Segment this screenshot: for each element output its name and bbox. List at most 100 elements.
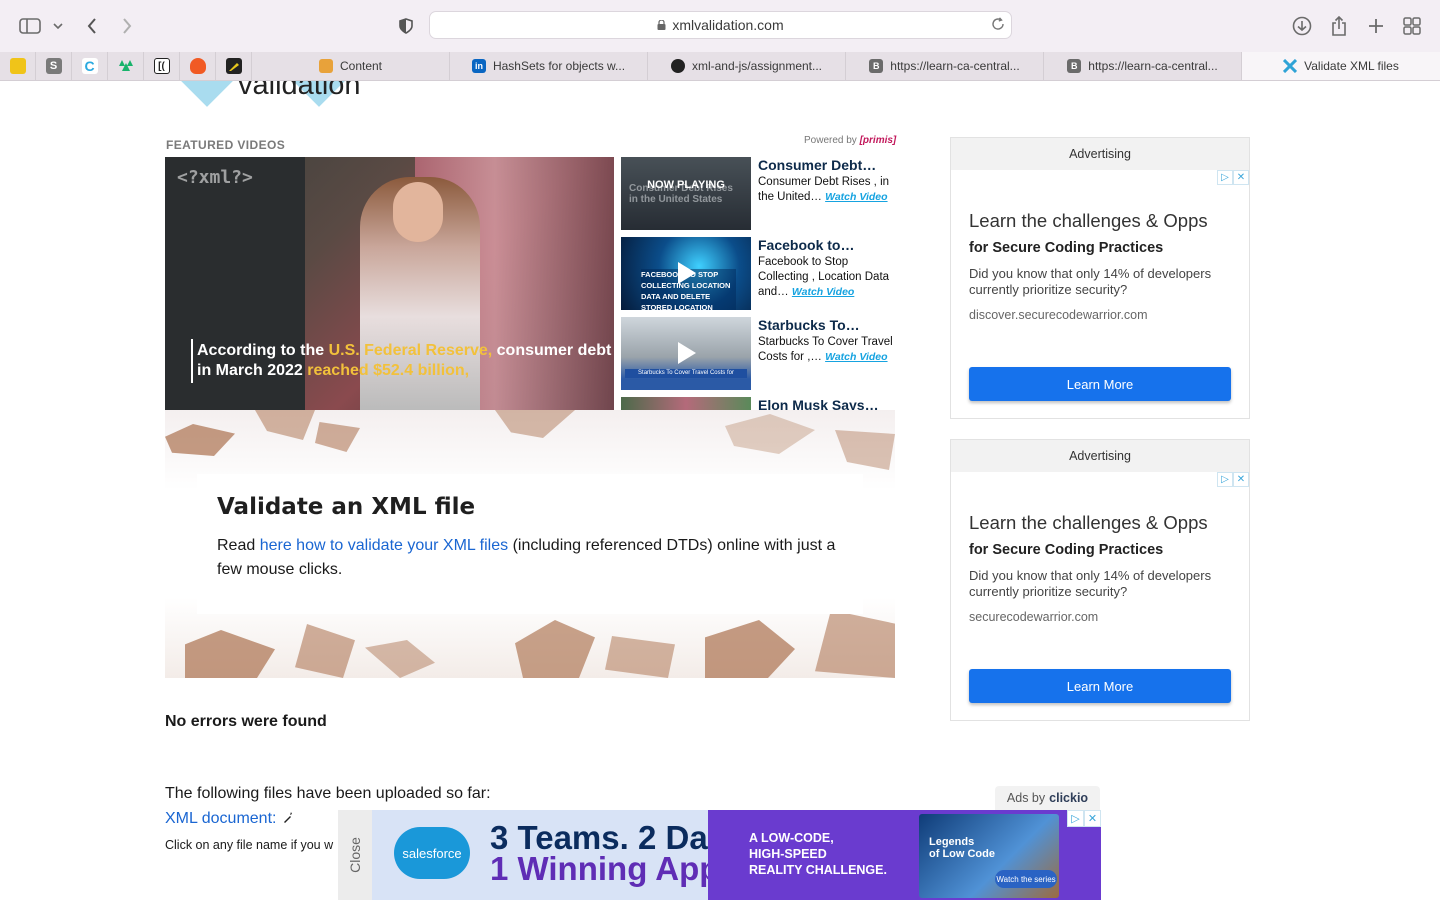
- privacy-shield-icon[interactable]: [392, 12, 420, 40]
- adchoices[interactable]: ▷ ✕: [1217, 170, 1249, 185]
- play-icon[interactable]: [678, 262, 696, 284]
- playlist-item[interactable]: Elon Musk Says…: [621, 397, 895, 410]
- favicon-c-icon: C: [81, 58, 98, 74]
- tab-learn-1[interactable]: B https://learn-ca-central...: [846, 52, 1044, 80]
- video-thumbnail[interactable]: FACEBOOK TO STOP COLLECTING LOCATION DAT…: [621, 237, 751, 310]
- tab-content[interactable]: Content: [252, 52, 450, 80]
- ad-subheadline[interactable]: for Secure Coding Practices: [969, 542, 1163, 558]
- decor-shard: [815, 610, 895, 678]
- favicon-tree-icon: [118, 58, 134, 74]
- pinned-tab[interactable]: C: [72, 52, 108, 80]
- play-icon[interactable]: [678, 342, 696, 364]
- pinned-tab[interactable]: [(: [144, 52, 180, 80]
- ad-headline[interactable]: Learn the challenges & Opps: [969, 210, 1208, 232]
- pinned-tab[interactable]: [0, 52, 36, 80]
- now-playing-overlay: [621, 157, 751, 230]
- decor-shard: [315, 422, 360, 452]
- close-ad-icon[interactable]: ✕: [1233, 472, 1249, 487]
- caption-highlight: reached $52.4 billion,: [307, 362, 470, 379]
- ad-unit[interactable]: Advertising ▷ ✕ Learn the challenges & O…: [950, 137, 1250, 419]
- pinned-tab[interactable]: [108, 52, 144, 80]
- watch-video-link[interactable]: Watch Video: [825, 351, 887, 363]
- address-url: xmlvalidation.com: [672, 17, 784, 33]
- ad-url[interactable]: securecodewarrior.com: [969, 610, 1098, 624]
- back-icon[interactable]: [78, 12, 106, 40]
- playlist-item[interactable]: FACEBOOK TO STOP COLLECTING LOCATION DAT…: [621, 237, 895, 311]
- banner-adchoices[interactable]: ▷ ✕: [1067, 810, 1101, 827]
- caption-text: According to the: [197, 342, 329, 359]
- tab-learn-2[interactable]: B https://learn-ca-central...: [1044, 52, 1242, 80]
- ad-subheadline[interactable]: for Secure Coding Practices: [969, 240, 1163, 256]
- github-icon: [670, 59, 685, 73]
- main-video-player[interactable]: <?xml?> According to the U.S. Federal Re…: [165, 157, 614, 410]
- powered-by[interactable]: Powered by [primis]: [804, 135, 896, 146]
- ad-unit[interactable]: Advertising ▷ ✕ Learn the challenges & O…: [950, 439, 1250, 721]
- tab-overview-icon[interactable]: [1398, 12, 1426, 40]
- video-thumbnail[interactable]: Starbucks To Cover Travel Costs for: [621, 317, 751, 390]
- hero-title: Validate an XML file: [217, 494, 476, 520]
- logo-text: validation: [238, 81, 361, 101]
- close-ad-icon[interactable]: ✕: [1084, 810, 1101, 827]
- learn-more-button[interactable]: Learn More: [969, 367, 1231, 401]
- pinned-tab[interactable]: [180, 52, 216, 80]
- web-page: validation FEATURED VIDEOS Powered by [p…: [0, 81, 1440, 900]
- adchoices[interactable]: ▷ ✕: [1217, 472, 1249, 487]
- click-info-text: Click on any file name if you w: [165, 838, 334, 852]
- playlist-item[interactable]: Starbucks To Cover Travel Costs for Star…: [621, 317, 895, 391]
- address-bar[interactable]: xmlvalidation.com: [429, 11, 1012, 39]
- favicon-brave-icon: [189, 58, 206, 74]
- playlist-item-title[interactable]: Starbucks To…: [758, 317, 895, 333]
- xmlvalidation-favicon-icon: [1283, 59, 1298, 73]
- download-icon[interactable]: [1288, 12, 1316, 40]
- video-playlist: Consumer Debt Rises in the United States…: [621, 157, 895, 410]
- chevron-down-icon[interactable]: [47, 12, 69, 40]
- video-thumbnail[interactable]: [621, 397, 751, 410]
- xml-document-link[interactable]: XML document:: [165, 810, 292, 828]
- close-ad-icon[interactable]: ✕: [1233, 170, 1249, 185]
- share-icon[interactable]: [1325, 12, 1353, 40]
- pinned-tab[interactable]: S: [36, 52, 72, 80]
- adchoices-icon[interactable]: ▷: [1217, 170, 1233, 185]
- watch-series-button[interactable]: Watch the series: [995, 870, 1057, 888]
- playlist-item-title[interactable]: Facebook to…: [758, 237, 895, 253]
- adchoices-icon[interactable]: ▷: [1067, 810, 1084, 827]
- tab-label: https://learn-ca-central...: [890, 59, 1020, 73]
- how-to-validate-link[interactable]: here how to validate your XML files: [260, 537, 508, 554]
- caption-highlight: U.S. Federal Reserve,: [328, 342, 493, 359]
- banner-close-button[interactable]: Close: [338, 810, 372, 900]
- learn-more-button[interactable]: Learn More: [969, 669, 1231, 703]
- playlist-item-title[interactable]: Consumer Debt…: [758, 157, 895, 173]
- bottom-banner-ad[interactable]: Close salesforce 3 Teams. 2 Days. 1 Winn…: [338, 810, 1101, 900]
- decor-shard: [495, 410, 575, 438]
- decor-shard: [255, 410, 315, 440]
- hero-card: Validate an XML file Read here how to va…: [197, 474, 863, 614]
- watch-video-link[interactable]: Watch Video: [792, 286, 854, 298]
- playlist-item-desc: Starbucks To Cover Travel Costs for ,… W…: [758, 335, 895, 365]
- new-tab-icon[interactable]: [1362, 12, 1390, 40]
- validation-status: No errors were found: [165, 713, 327, 730]
- tab-label: HashSets for objects w...: [492, 59, 626, 73]
- site-logo[interactable]: validation: [180, 81, 400, 121]
- tab-validate-xml[interactable]: Validate XML files: [1242, 52, 1440, 80]
- adchoices-icon[interactable]: ▷: [1217, 472, 1233, 487]
- video-thumbnail[interactable]: Consumer Debt Rises in the United States…: [621, 157, 751, 230]
- tab-github[interactable]: xml-and-js/assignment...: [648, 52, 846, 80]
- playlist-item-desc: Consumer Debt Rises , in the United… Wat…: [758, 175, 895, 205]
- ad-headline[interactable]: Learn the challenges & Opps: [969, 512, 1208, 534]
- playlist-item-title[interactable]: Elon Musk Says…: [758, 397, 895, 410]
- lock-icon: [657, 20, 666, 30]
- tab-hashsets[interactable]: in HashSets for objects w...: [450, 52, 648, 80]
- ad-url[interactable]: discover.securecodewarrior.com: [969, 308, 1148, 322]
- pinned-tab[interactable]: [216, 52, 252, 80]
- uploaded-files-label: The following files have been uploaded s…: [165, 785, 491, 802]
- playlist-item[interactable]: Consumer Debt Rises in the United States…: [621, 157, 895, 231]
- forward-icon[interactable]: [113, 12, 141, 40]
- ads-by-label[interactable]: Ads by clickio: [995, 786, 1100, 810]
- video-overlay-xml: <?xml?>: [177, 167, 253, 188]
- reload-icon[interactable]: [991, 17, 1005, 34]
- sidebar-toggle-icon[interactable]: [16, 12, 44, 40]
- clickio-brand: clickio: [1049, 791, 1089, 805]
- favicon-s-icon: S: [45, 58, 62, 74]
- watch-video-link[interactable]: Watch Video: [825, 191, 887, 203]
- decor-shard: [725, 414, 815, 454]
